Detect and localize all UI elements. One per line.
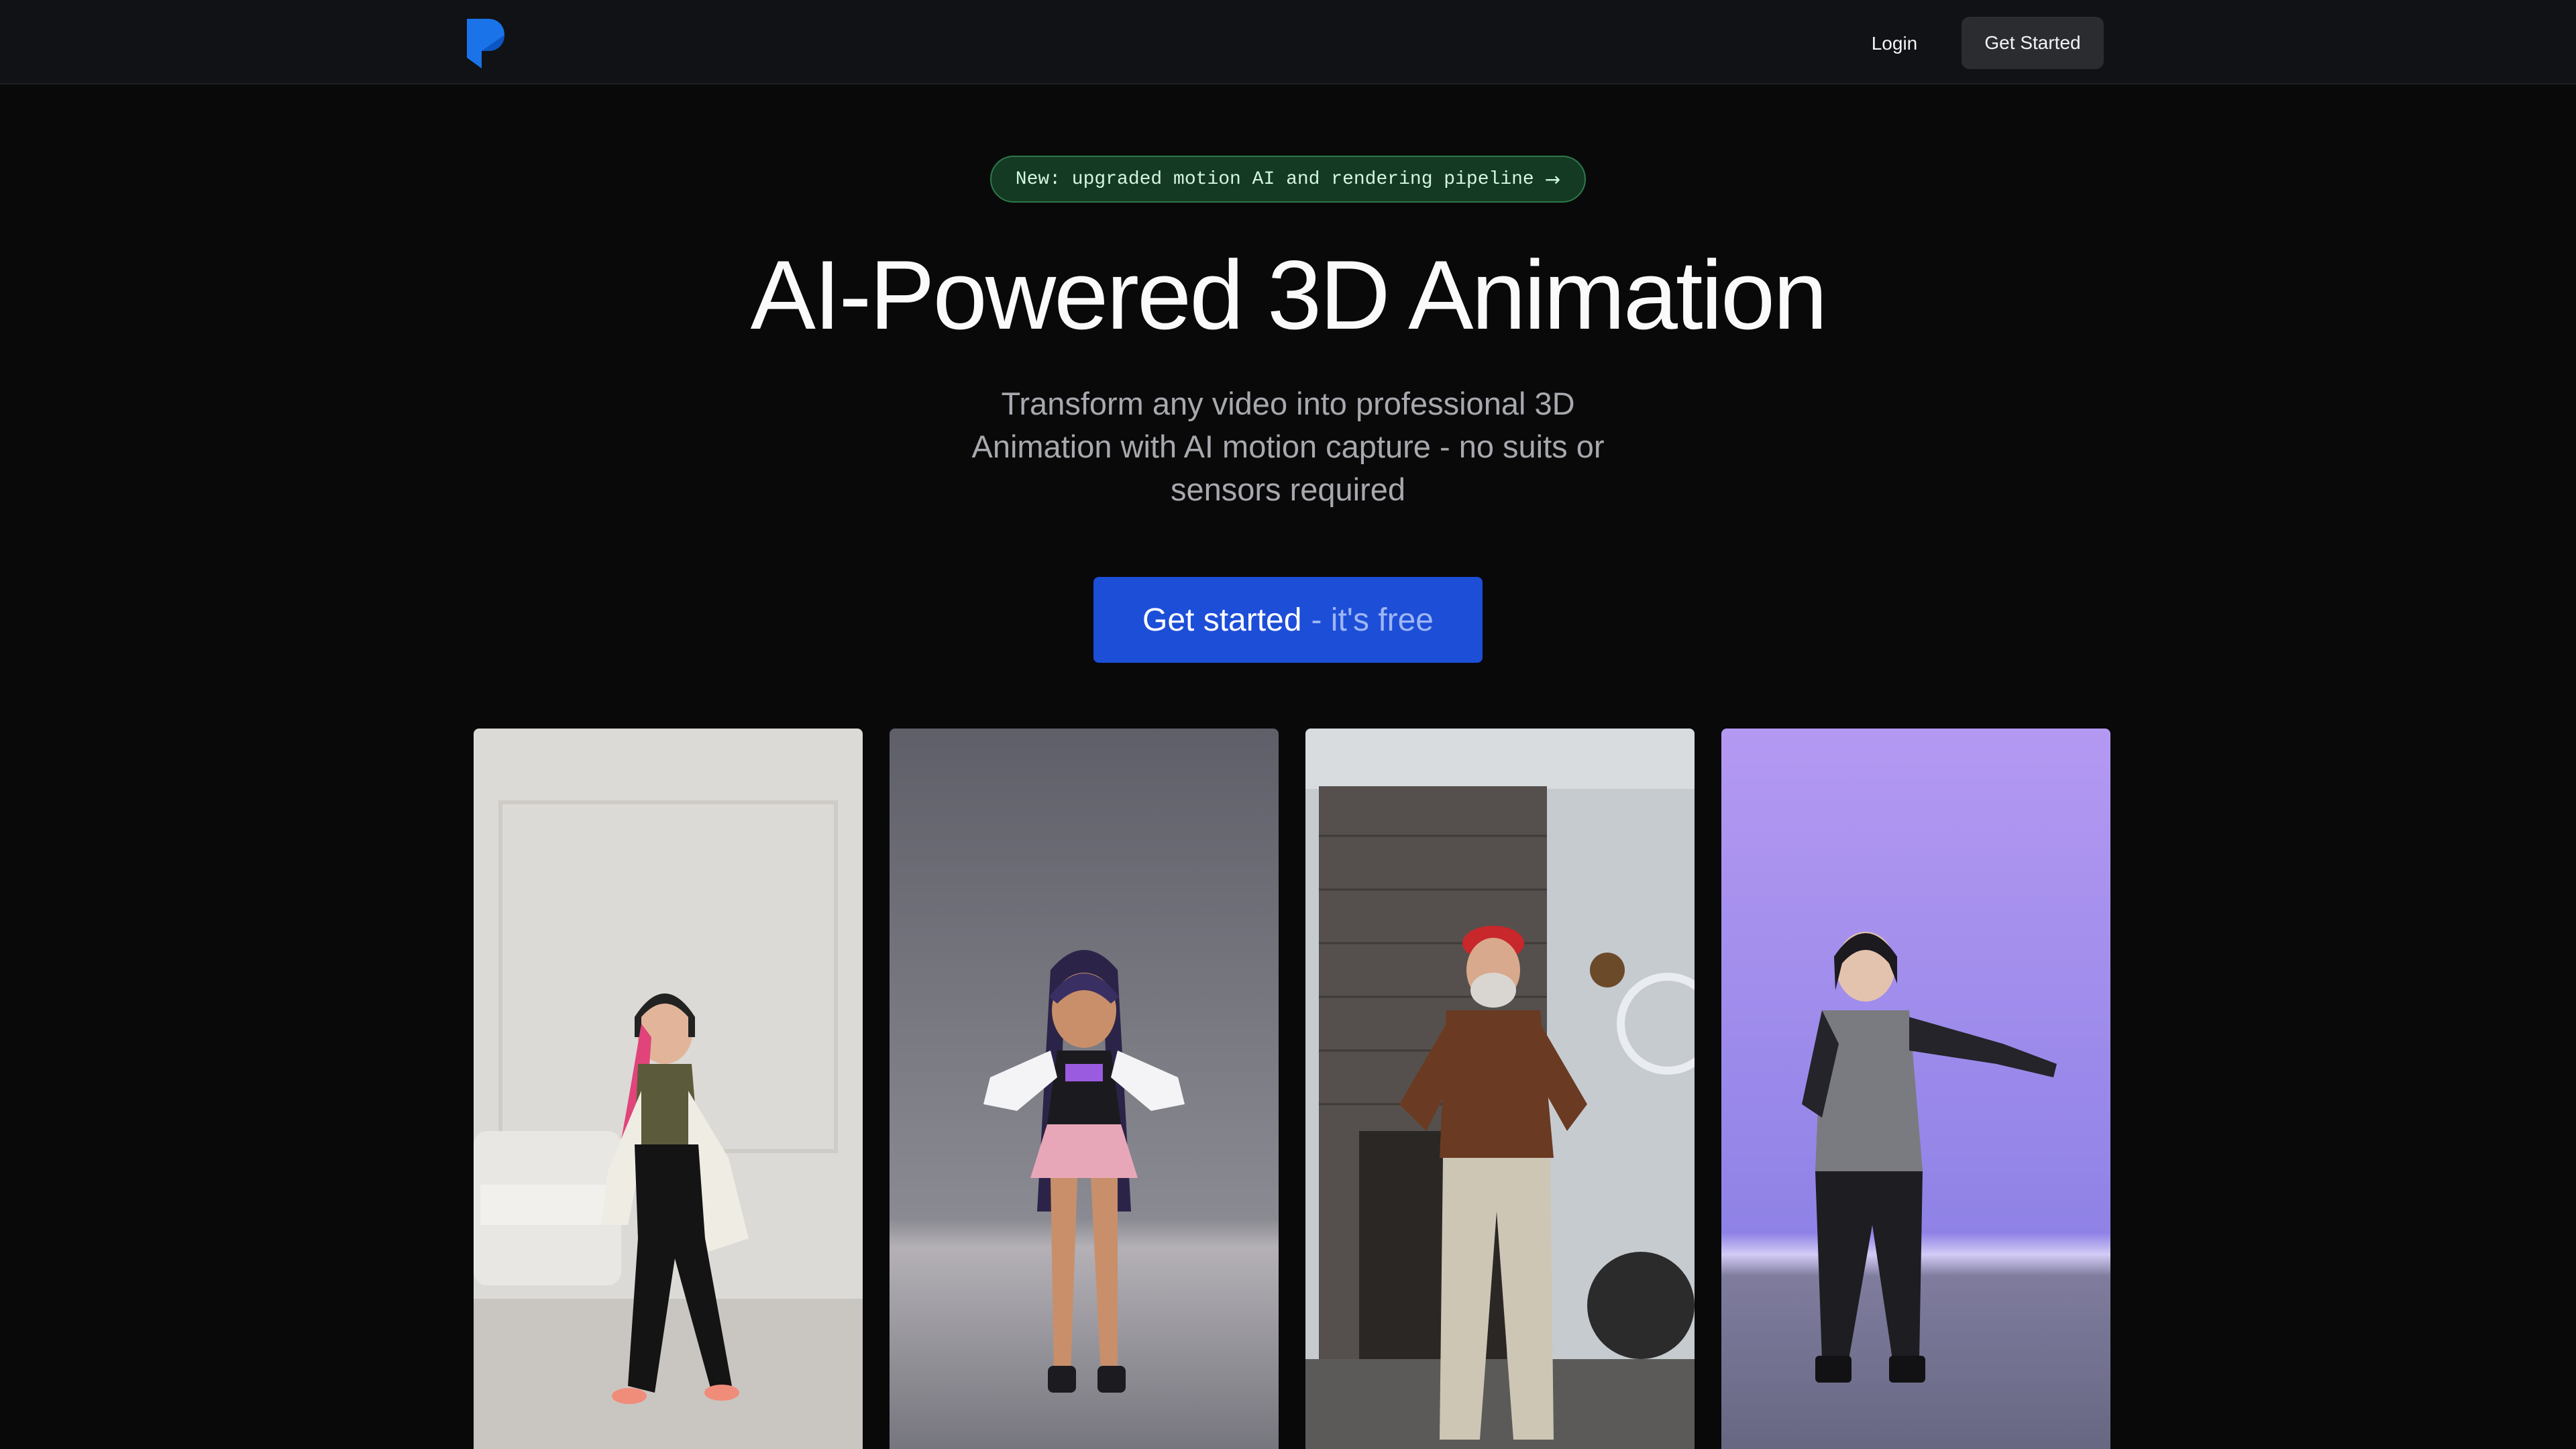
showcase-render-card[interactable] bbox=[890, 729, 1279, 1449]
showcase-video-card[interactable] bbox=[1305, 729, 1695, 1449]
cta-sub-label: - it's free bbox=[1311, 602, 1434, 638]
nav-get-started-button[interactable]: Get Started bbox=[1962, 17, 2104, 69]
showcase-render-card[interactable] bbox=[1721, 729, 2110, 1449]
top-navigation-bar: Login Get Started bbox=[0, 0, 2576, 85]
anime-girl-render-image bbox=[890, 729, 1279, 1449]
hero-get-started-button[interactable]: Get started - it's free bbox=[1093, 577, 1483, 663]
brand-logo[interactable] bbox=[467, 19, 504, 68]
dancer-video-image bbox=[474, 729, 863, 1449]
showcase-video-card[interactable] bbox=[474, 729, 863, 1449]
hero-title: AI-Powered 3D Animation bbox=[750, 240, 1828, 350]
arrow-right-icon: → bbox=[1544, 168, 1561, 191]
announcement-text: New: upgraded motion AI and rendering pi… bbox=[1015, 168, 1534, 190]
announcement-badge[interactable]: New: upgraded motion AI and rendering pi… bbox=[990, 156, 1586, 203]
man-dancing-video-image bbox=[1305, 729, 1695, 1449]
cta-main-label: Get started bbox=[1142, 602, 1302, 638]
anime-boy-render-image bbox=[1721, 729, 2110, 1449]
login-link[interactable]: Login bbox=[1854, 27, 1935, 60]
hero-subtitle: Transform any video into professional 3D… bbox=[971, 386, 1605, 507]
